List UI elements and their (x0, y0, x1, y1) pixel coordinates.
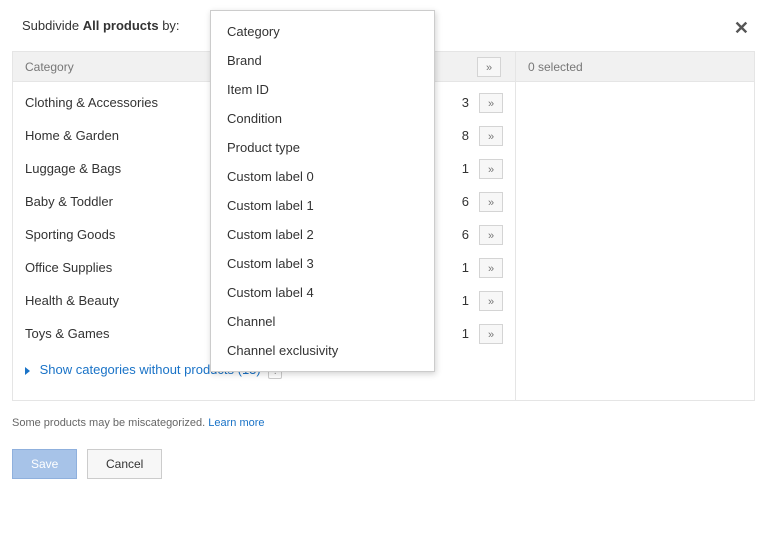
add-category-button[interactable]: » (479, 258, 503, 278)
category-count: 1 (449, 260, 479, 275)
dropdown-item[interactable]: Channel exclusivity (211, 336, 434, 365)
category-count: 3 (449, 95, 479, 110)
dropdown-item[interactable]: Custom label 4 (211, 278, 434, 307)
footnote-text: Some products may be miscategorized. (12, 417, 205, 429)
dropdown-item[interactable]: Custom label 2 (211, 220, 434, 249)
category-count: 8 (449, 128, 479, 143)
dropdown-item[interactable]: Channel (211, 307, 434, 336)
add-category-button[interactable]: » (479, 126, 503, 146)
dropdown-item[interactable]: Product type (211, 133, 434, 162)
selected-header: 0 selected (516, 52, 754, 82)
category-header-label: Category (25, 52, 74, 82)
add-category-button[interactable]: » (479, 93, 503, 113)
cancel-button[interactable]: Cancel (87, 449, 162, 479)
add-category-button[interactable]: » (479, 192, 503, 212)
dropdown-item[interactable]: Custom label 0 (211, 162, 434, 191)
dropdown-item[interactable]: Condition (211, 104, 434, 133)
category-count: 1 (449, 161, 479, 176)
add-category-button[interactable]: » (479, 291, 503, 311)
header-target: All products (83, 18, 159, 33)
dropdown-item[interactable]: Brand (211, 46, 434, 75)
dropdown-item[interactable]: Custom label 3 (211, 249, 434, 278)
learn-more-link[interactable]: Learn more (208, 417, 264, 429)
add-all-button[interactable]: » (477, 57, 501, 77)
selected-panel: 0 selected (516, 52, 754, 400)
dropdown-item[interactable]: Custom label 1 (211, 191, 434, 220)
close-icon[interactable]: ✕ (734, 18, 749, 39)
dropdown-item[interactable]: Item ID (211, 75, 434, 104)
save-button[interactable]: Save (12, 449, 77, 479)
category-count: 1 (449, 293, 479, 308)
category-count: 1 (449, 326, 479, 341)
selected-count-label: 0 selected (528, 52, 583, 82)
add-category-button[interactable]: » (479, 324, 503, 344)
category-count: 6 (449, 227, 479, 242)
subdivide-dropdown[interactable]: CategoryBrandItem IDConditionProduct typ… (210, 10, 435, 372)
button-bar: Save Cancel (12, 449, 755, 479)
triangle-right-icon (25, 367, 30, 375)
category-count: 6 (449, 194, 479, 209)
header-prefix: Subdivide (22, 18, 79, 33)
dropdown-item[interactable]: Category (211, 17, 434, 46)
add-category-button[interactable]: » (479, 159, 503, 179)
footnote: Some products may be miscategorized. Lea… (12, 417, 755, 429)
header-suffix: by: (162, 18, 179, 33)
add-category-button[interactable]: » (479, 225, 503, 245)
